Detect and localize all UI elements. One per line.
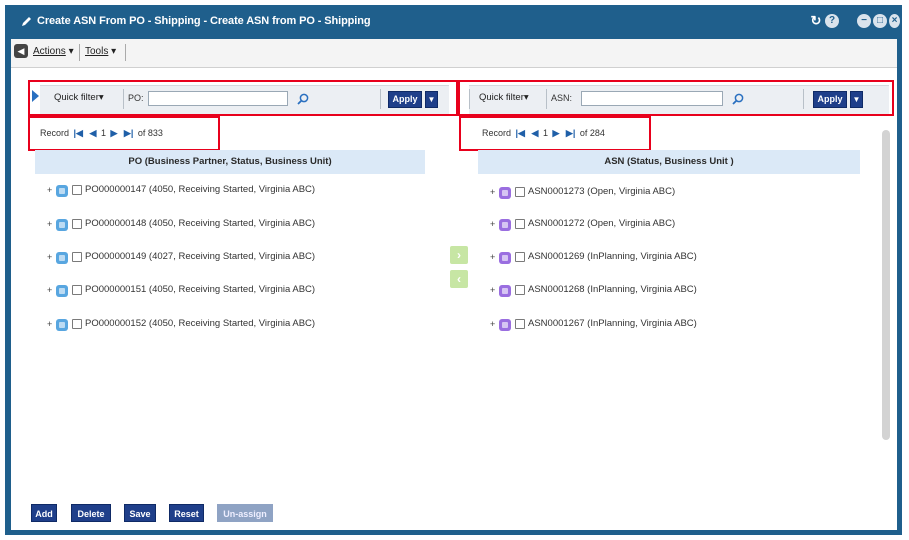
item-checkbox[interactable] [72, 285, 82, 295]
window-title: Create ASN From PO - Shipping - Create A… [37, 15, 371, 27]
first-page-icon[interactable]: |◀ [74, 128, 83, 138]
po-quick-filter-button[interactable]: Quick filter▾ [54, 92, 104, 103]
record-total: 284 [589, 128, 605, 138]
asn-node-icon [499, 187, 511, 199]
expand-icon[interactable]: + [490, 319, 495, 329]
asn-field-label: ASN: [551, 93, 573, 103]
item-checkbox[interactable] [515, 187, 525, 197]
item-checkbox[interactable] [72, 219, 82, 229]
first-page-icon[interactable]: |◀ [516, 128, 525, 138]
item-checkbox[interactable] [72, 319, 82, 329]
po-record-navigator: Record |◀ ◀ 1 ▶ ▶| of 833 [40, 128, 163, 138]
collapse-arrow-icon[interactable] [32, 90, 39, 102]
menu-divider [125, 44, 126, 61]
tools-menu[interactable]: Tools ▾ [85, 46, 116, 57]
expand-icon[interactable]: + [47, 285, 52, 295]
expand-icon[interactable]: + [47, 219, 52, 229]
asn-quick-filter-button[interactable]: Quick filter▾ [479, 92, 529, 103]
search-icon[interactable] [296, 92, 310, 106]
po-node-icon [56, 319, 68, 331]
asn-filter-bar: Quick filter▾ ASN: Apply ▼ [469, 85, 889, 115]
expand-icon[interactable]: + [47, 185, 52, 195]
expand-icon[interactable]: + [490, 187, 495, 197]
po-node-icon [56, 219, 68, 231]
asn-apply-button[interactable]: Apply [813, 91, 847, 108]
search-icon[interactable] [731, 92, 745, 106]
item-checkbox[interactable] [72, 185, 82, 195]
prev-page-icon[interactable]: ◀ [90, 128, 97, 138]
next-page-icon[interactable]: ▶ [552, 128, 559, 138]
po-apply-button[interactable]: Apply [388, 91, 422, 108]
po-node-icon [56, 285, 68, 297]
actions-menu[interactable]: Actions ▾ [33, 46, 74, 57]
add-button[interactable]: Add [31, 504, 57, 522]
refresh-icon[interactable]: ↻ [809, 14, 823, 28]
last-page-icon[interactable]: ▶| [566, 128, 575, 138]
assign-left-button[interactable]: ‹ [450, 270, 468, 288]
filter-divider [803, 89, 804, 109]
pencil-icon [22, 17, 31, 26]
asn-node-icon [499, 319, 511, 331]
record-total: 833 [147, 128, 163, 138]
unassign-button: Un-assign [217, 504, 273, 522]
save-button[interactable]: Save [124, 504, 156, 522]
po-apply-dropdown-icon[interactable]: ▼ [425, 91, 438, 108]
po-search-input[interactable] [148, 91, 288, 106]
title-bar: Create ASN From PO - Shipping - Create A… [5, 5, 902, 39]
last-page-icon[interactable]: ▶| [124, 128, 133, 138]
assign-right-button[interactable]: › [450, 246, 468, 264]
maximize-icon[interactable]: □ [873, 14, 887, 28]
prev-page-icon[interactable]: ◀ [532, 128, 539, 138]
expand-icon[interactable]: + [47, 319, 52, 329]
asn-node-icon [499, 252, 511, 264]
expand-icon[interactable]: + [47, 252, 52, 262]
asn-node-icon [499, 285, 511, 297]
po-field-label: PO: [128, 93, 144, 103]
back-icon[interactable]: ◀ [14, 44, 28, 58]
expand-icon[interactable]: + [490, 285, 495, 295]
asn-apply-dropdown-icon[interactable]: ▼ [850, 91, 863, 108]
scrollbar-thumb[interactable] [882, 130, 890, 440]
asn-node-icon [499, 219, 511, 231]
asn-column-header: ASN (Status, Business Unit ) [478, 150, 860, 174]
current-record: 1 [542, 128, 548, 138]
po-node-icon [56, 185, 68, 197]
close-icon[interactable]: × [889, 14, 900, 28]
menu-bar: ◀ Actions ▾ Tools ▾ [11, 39, 897, 68]
po-column-header: PO (Business Partner, Status, Business U… [35, 150, 425, 174]
filter-divider [380, 89, 381, 109]
help-icon[interactable]: ? [825, 14, 839, 28]
item-checkbox[interactable] [515, 252, 525, 262]
asn-search-input[interactable] [581, 91, 723, 106]
current-record: 1 [100, 128, 106, 138]
minimize-icon[interactable]: − [857, 14, 871, 28]
filter-divider [469, 89, 470, 109]
filter-divider [123, 89, 124, 109]
asn-record-navigator: Record |◀ ◀ 1 ▶ ▶| of 284 [482, 128, 605, 138]
delete-button[interactable]: Delete [71, 504, 111, 522]
po-node-icon [56, 252, 68, 264]
item-checkbox[interactable] [515, 319, 525, 329]
menu-divider [79, 44, 80, 61]
item-checkbox[interactable] [515, 219, 525, 229]
item-checkbox[interactable] [72, 252, 82, 262]
item-checkbox[interactable] [515, 285, 525, 295]
next-page-icon[interactable]: ▶ [110, 128, 117, 138]
expand-icon[interactable]: + [490, 219, 495, 229]
filter-divider [546, 89, 547, 109]
vertical-scrollbar[interactable] [880, 130, 892, 512]
expand-icon[interactable]: + [490, 252, 495, 262]
reset-button[interactable]: Reset [169, 504, 204, 522]
po-filter-bar: Quick filter▾ PO: Apply ▼ [40, 85, 449, 115]
